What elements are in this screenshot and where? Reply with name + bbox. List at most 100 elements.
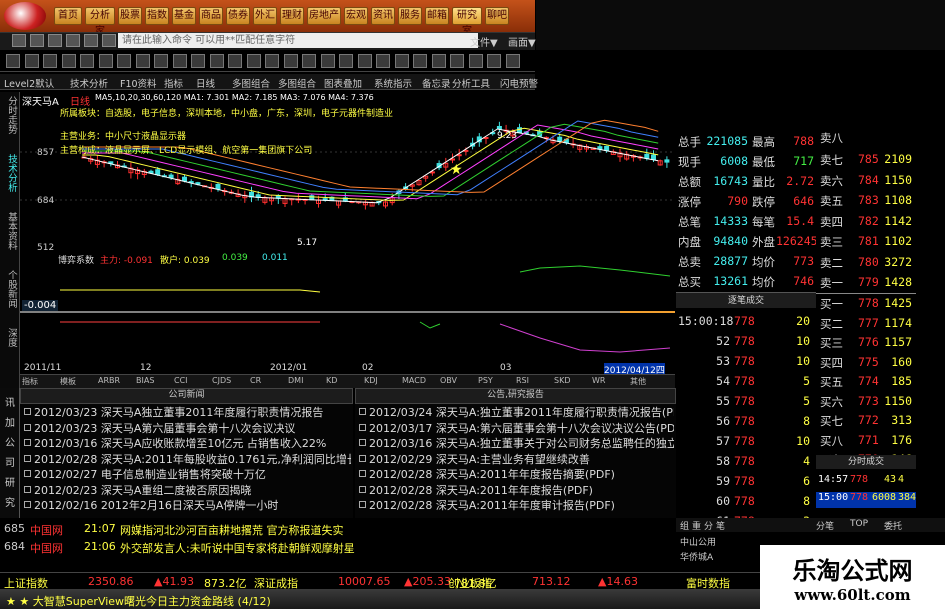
- home-icon[interactable]: [48, 34, 62, 47]
- indicator-tab-10[interactable]: MACD: [402, 376, 426, 385]
- indicator-tab-4[interactable]: CCI: [174, 376, 188, 385]
- bottom-tab-4[interactable]: 分笔: [816, 519, 834, 532]
- toolbar-button-10[interactable]: 宏观: [344, 7, 368, 25]
- indicator-tab-9[interactable]: KDJ: [364, 376, 378, 385]
- toolbar-button-15[interactable]: 聊吧: [485, 7, 509, 25]
- toolbar-button-13[interactable]: 邮箱: [425, 7, 449, 25]
- toolbar-button-7[interactable]: 外汇: [253, 7, 277, 25]
- toolbar-button-1[interactable]: 分析家: [85, 7, 115, 37]
- tool-icon[interactable]: [98, 54, 113, 68]
- toolbar-button-9[interactable]: 房地产: [307, 7, 341, 25]
- back-icon[interactable]: [12, 34, 26, 47]
- tool-icon[interactable]: [320, 54, 335, 68]
- news-side-tab-2[interactable]: 公: [5, 434, 15, 449]
- indicator-tab-6[interactable]: CR: [250, 376, 261, 385]
- menu-item-4[interactable]: 日线: [196, 76, 215, 90]
- indicator-tab-16[interactable]: 其他: [630, 376, 646, 387]
- news-item-0[interactable]: 2012/03/23 深天马A独立董事2011年度履行职责情况报告: [34, 404, 351, 420]
- toolbar-button-4[interactable]: 基金: [172, 7, 196, 25]
- tool-icon[interactable]: [43, 54, 57, 68]
- tool-icon[interactable]: [246, 54, 261, 68]
- news-side-tab-1[interactable]: 加: [5, 414, 15, 429]
- menu-item-9[interactable]: 备忘录: [422, 76, 451, 90]
- bottom-tab-6[interactable]: 委托: [884, 519, 902, 532]
- toolbar-button-5[interactable]: 商品: [199, 7, 223, 25]
- tool-icon[interactable]: [154, 54, 168, 68]
- news-item-4[interactable]: 2012/02/27 电子信息制造业销售将突破十万亿: [34, 466, 351, 482]
- tool-icon[interactable]: [209, 54, 224, 68]
- tool-icon[interactable]: [228, 54, 242, 68]
- tool-icon[interactable]: [394, 54, 409, 68]
- menu-item-5[interactable]: 多图组合: [232, 76, 270, 90]
- command-input[interactable]: 请在此输入命令 可以用**匹配任意字符: [118, 33, 478, 48]
- toolbar-button-0[interactable]: 首页: [54, 7, 82, 25]
- menu-item-3[interactable]: 指标: [164, 76, 183, 90]
- news-item-5[interactable]: 2012/02/23 深天马A重组二度被否原因揭晓: [34, 482, 351, 498]
- bottom-tab-5[interactable]: TOP: [850, 519, 868, 529]
- left-tab-2[interactable]: 基本资料: [3, 212, 17, 250]
- toolbar-button-3[interactable]: 指数: [145, 7, 169, 25]
- indicator-tab-2[interactable]: ARBR: [98, 376, 120, 385]
- bottom-tab-1[interactable]: 重: [692, 519, 701, 532]
- news-side-tab-4[interactable]: 研: [5, 474, 15, 489]
- left-tab-1[interactable]: 技术分析: [3, 154, 17, 192]
- indicator-tab-0[interactable]: 指标: [22, 376, 38, 387]
- indicator-tab-13[interactable]: RSI: [516, 376, 529, 385]
- indicator-tab-5[interactable]: CJDS: [212, 376, 231, 385]
- tool-icon[interactable]: [117, 54, 131, 68]
- news-side-tab-0[interactable]: 讯: [5, 394, 15, 409]
- tool-icon[interactable]: [172, 54, 187, 68]
- refresh-icon[interactable]: [66, 34, 80, 47]
- announcement-item-2[interactable]: 2012/03/16 深天马A:独立董事关于对公司财务总监聘任的独立: [369, 435, 674, 451]
- indicator-tab-12[interactable]: PSY: [478, 376, 493, 385]
- menu-item-2[interactable]: F10资料: [120, 76, 157, 90]
- toolbar-button-12[interactable]: 服务: [398, 7, 422, 25]
- menu-item-8[interactable]: 系统指示: [374, 76, 412, 90]
- toolbar-button-11[interactable]: 资讯: [371, 7, 395, 25]
- tool-icon[interactable]: [450, 54, 464, 68]
- tool-icon[interactable]: [24, 54, 39, 68]
- announcement-item-6[interactable]: 2012/02/28 深天马A:2011年年度审计报告(PDF): [369, 497, 674, 513]
- bottom-right-item-0[interactable]: 中山公用: [680, 535, 716, 548]
- tool-icon[interactable]: [265, 54, 279, 68]
- tool-icon[interactable]: [339, 54, 353, 68]
- toolbar-button-6[interactable]: 债券: [226, 7, 250, 25]
- stop-icon[interactable]: [84, 34, 98, 47]
- indicator-tab-15[interactable]: WR: [592, 376, 605, 385]
- tool-icon[interactable]: [191, 54, 205, 68]
- bottom-tab-3[interactable]: 笔: [716, 519, 725, 532]
- left-tab-4[interactable]: 深度: [3, 328, 17, 347]
- tool-icon[interactable]: [6, 54, 20, 68]
- news-item-6[interactable]: 2012/02/16 2012年2月16日深天马A停牌一小时: [34, 497, 351, 513]
- menu-item-10[interactable]: 分析工具: [452, 76, 490, 90]
- menu-item-0[interactable]: Level2默认: [4, 76, 54, 90]
- indicator-tab-8[interactable]: KD: [326, 376, 337, 385]
- indicator-tab-7[interactable]: DMI: [288, 376, 303, 385]
- announcement-item-3[interactable]: 2012/02/29 深天马A:主营业务有望继续改善: [369, 451, 674, 467]
- file-menu[interactable]: 文件▼: [470, 34, 498, 49]
- toolbar-button-2[interactable]: 股票: [118, 7, 142, 25]
- tool-icon[interactable]: [431, 54, 446, 68]
- bottom-right-item-1[interactable]: 华侨城A: [680, 550, 713, 563]
- news-side-tab-5[interactable]: 究: [5, 494, 15, 509]
- tool-icon[interactable]: [487, 54, 501, 68]
- bottom-tab-2[interactable]: 分: [704, 519, 713, 532]
- tool-icon[interactable]: [357, 54, 372, 68]
- menu-item-1[interactable]: 技术分析: [70, 76, 108, 90]
- news-item-1[interactable]: 2012/03/23 深天马A第六届董事会第十八次会议决议: [34, 420, 351, 436]
- menu-item-7[interactable]: 图表叠加: [324, 76, 362, 90]
- announcement-item-1[interactable]: 2012/03/17 深天马A:第六届董事会第十八次会议决议公告(PDF): [369, 420, 674, 436]
- bottom-tab-0[interactable]: 组: [680, 519, 689, 532]
- tool-icon[interactable]: [135, 54, 150, 68]
- indicator-tab-11[interactable]: OBV: [440, 376, 457, 385]
- tool-icon[interactable]: [80, 54, 94, 68]
- tool-icon[interactable]: [283, 54, 298, 68]
- alert-text[interactable]: 外交部发言人:未听说中国专家将赴朝鲜观摩射星: [120, 540, 355, 556]
- toolbar-button-8[interactable]: 理财: [280, 7, 304, 25]
- alert-text[interactable]: 网媒指河北沙河百亩耕地撂荒 官方称报道失实: [120, 522, 344, 538]
- announcement-item-0[interactable]: 2012/03/24 深天马A:独立董事2011年度履行职责情况报告(PDF): [369, 404, 674, 420]
- toolbar-button-14[interactable]: 研究室: [452, 7, 482, 37]
- menu-item-6[interactable]: 多图组合: [278, 76, 316, 90]
- menu-item-11[interactable]: 闪电预警: [500, 76, 538, 90]
- tool-icon[interactable]: [413, 54, 427, 68]
